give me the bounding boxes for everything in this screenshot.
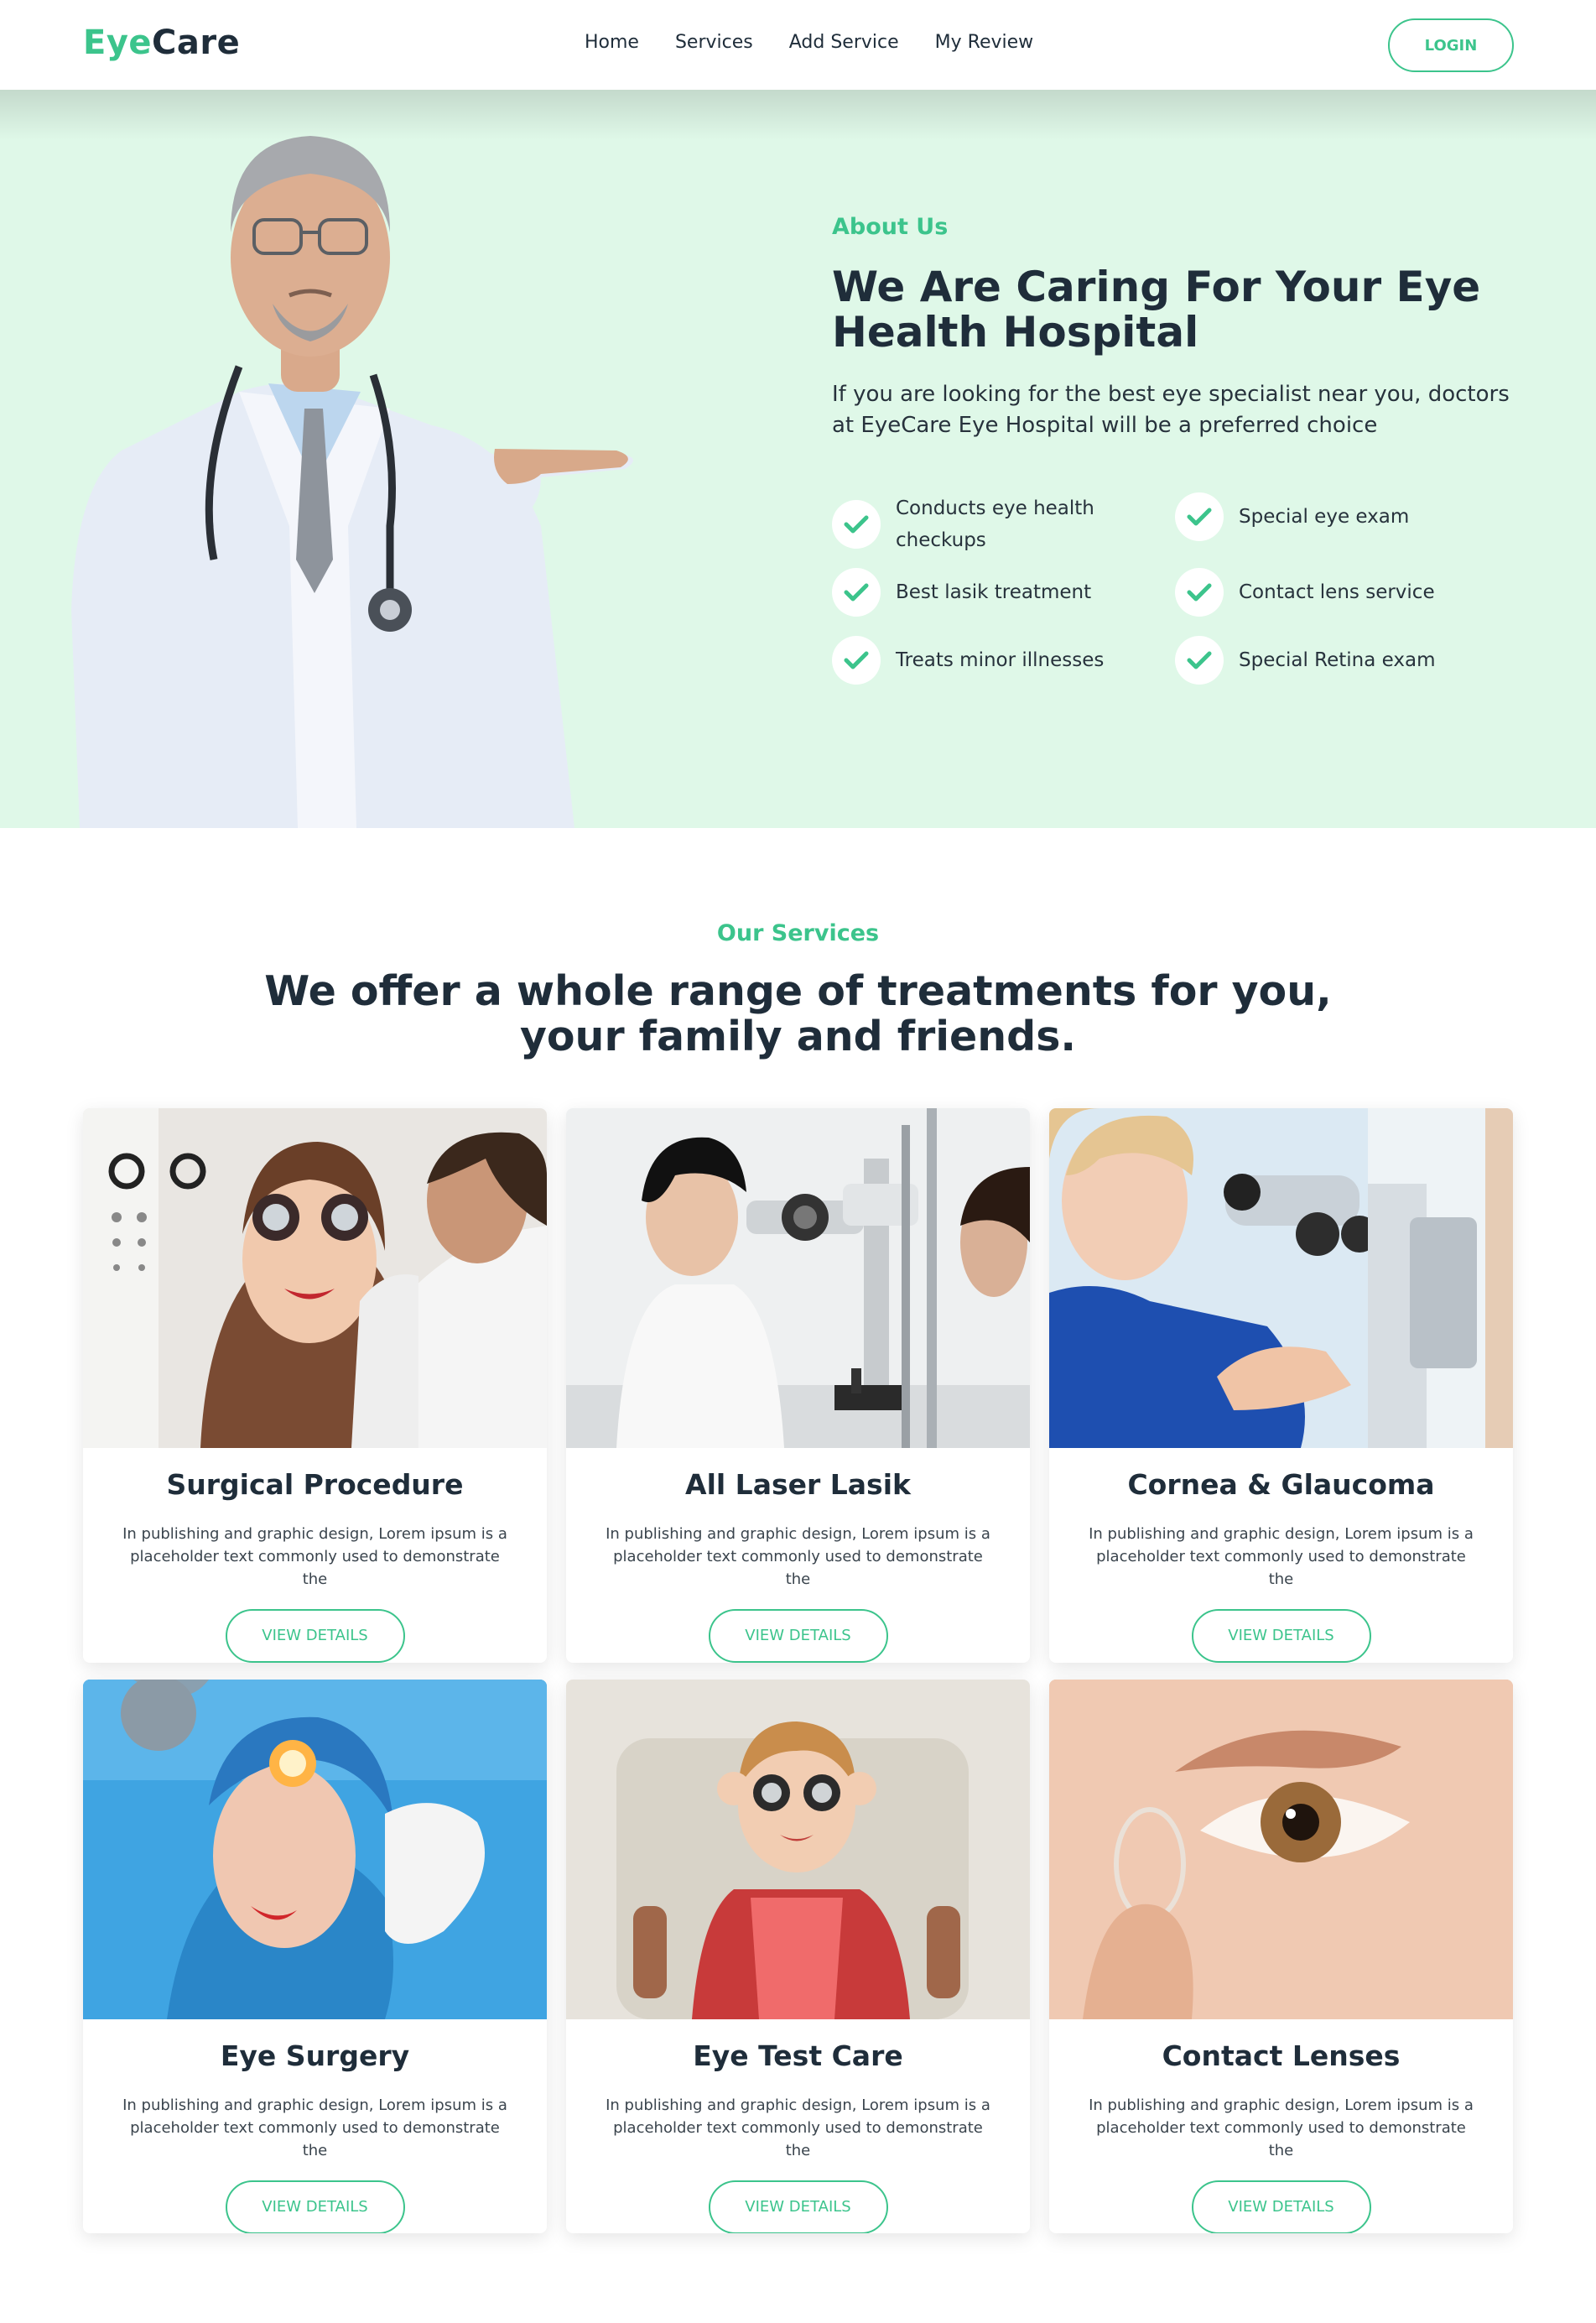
service-card: Cornea & Glaucoma In publishing and grap… xyxy=(1049,1108,1513,1663)
logo[interactable]: EyeCare xyxy=(83,23,240,62)
card-title: All Laser Lasik xyxy=(685,1468,911,1501)
card-title: Eye Test Care xyxy=(693,2039,903,2072)
check-icon xyxy=(832,636,881,685)
card-description: In publishing and graphic design, Lorem … xyxy=(1089,2096,1474,2159)
feature-item: Treats minor illnesses xyxy=(832,636,1151,685)
service-card: Eye Test Care In publishing and graphic … xyxy=(566,1680,1030,2233)
service-card: Contact Lenses In publishing and graphic… xyxy=(1049,1680,1513,2233)
service-image xyxy=(83,1108,547,1448)
card-title: Cornea & Glaucoma xyxy=(1127,1468,1435,1501)
service-image xyxy=(566,1680,1030,2019)
service-image xyxy=(1049,1108,1513,1448)
feature-item: Special Retina exam xyxy=(1175,636,1494,685)
view-details-button[interactable]: VIEW DETAILS xyxy=(1191,2180,1371,2233)
services-title: We offer a whole range of treatments for… xyxy=(264,967,1332,1060)
about-section: About Us We Are Caring For Your Eye Heal… xyxy=(0,90,1596,828)
nav-my-review[interactable]: My Review xyxy=(935,32,1034,53)
nav-links: Home Services Add Service My Review xyxy=(585,32,1033,53)
logo-care: Care xyxy=(152,23,241,62)
feature-item: Best lasik treatment xyxy=(832,568,1151,617)
about-description: If you are looking for the best eye spec… xyxy=(832,382,1510,438)
feature-label: Treats minor illnesses xyxy=(896,649,1105,671)
feature-label: Contact lens service xyxy=(1239,581,1435,603)
navbar: EyeCare Home Services Add Service My Rev… xyxy=(0,0,1596,90)
nav-home[interactable]: Home xyxy=(585,32,639,53)
view-details-button[interactable]: VIEW DETAILS xyxy=(1191,1609,1371,1663)
feature-item: Conducts eye health checkups xyxy=(832,492,1151,556)
check-icon xyxy=(1175,492,1224,541)
service-card: Eye Surgery In publishing and graphic de… xyxy=(83,1680,547,2233)
card-description: In publishing and graphic design, Lorem … xyxy=(1089,1525,1474,1588)
doctor-image xyxy=(71,136,633,828)
services-label: Our Services xyxy=(716,920,880,946)
feature-item: Special eye exam xyxy=(1175,492,1494,541)
check-icon xyxy=(1175,568,1224,617)
view-details-button[interactable]: VIEW DETAILS xyxy=(225,1609,405,1663)
service-image xyxy=(566,1108,1030,1448)
service-card: All Laser Lasik In publishing and graphi… xyxy=(566,1108,1030,1663)
check-icon xyxy=(1175,636,1224,685)
feature-label: Best lasik treatment xyxy=(896,581,1092,603)
logo-eye: Eye xyxy=(83,23,153,62)
login-button[interactable]: LOGIN xyxy=(1388,18,1514,72)
feature-item: Contact lens service xyxy=(1175,568,1494,617)
feature-label: Conducts eye health checkups xyxy=(896,497,1094,551)
card-title: Contact Lenses xyxy=(1162,2039,1401,2072)
about-title: We Are Caring For Your Eye Health Hospit… xyxy=(832,263,1481,357)
service-image xyxy=(83,1680,547,2019)
card-description: In publishing and graphic design, Lorem … xyxy=(122,1525,507,1588)
check-icon xyxy=(832,568,881,617)
card-title: Eye Surgery xyxy=(220,2039,410,2072)
card-description: In publishing and graphic design, Lorem … xyxy=(122,2096,507,2159)
nav-services[interactable]: Services xyxy=(675,32,753,53)
view-details-button[interactable]: VIEW DETAILS xyxy=(708,1609,888,1663)
view-details-button[interactable]: VIEW DETAILS xyxy=(225,2180,405,2233)
nav-add-service[interactable]: Add Service xyxy=(789,32,899,53)
card-title: Surgical Procedure xyxy=(166,1468,464,1501)
card-description: In publishing and graphic design, Lorem … xyxy=(606,1525,990,1588)
check-icon xyxy=(832,500,881,549)
service-card: Surgical Procedure In publishing and gra… xyxy=(83,1108,547,1663)
about-label: About Us xyxy=(832,214,949,240)
view-details-button[interactable]: VIEW DETAILS xyxy=(708,2180,888,2233)
card-description: In publishing and graphic design, Lorem … xyxy=(606,2096,990,2159)
service-image xyxy=(1049,1680,1513,2019)
feature-label: Special Retina exam xyxy=(1239,649,1436,671)
feature-label: Special eye exam xyxy=(1239,506,1410,528)
